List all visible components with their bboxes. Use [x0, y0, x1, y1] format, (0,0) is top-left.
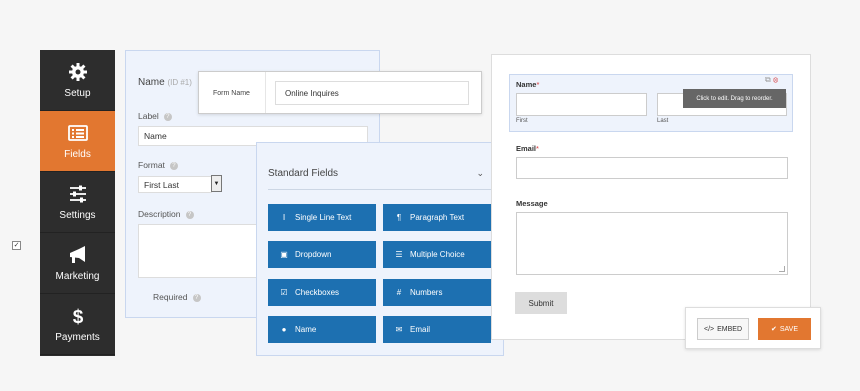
- help-icon[interactable]: ?: [192, 293, 201, 302]
- resize-handle-icon[interactable]: [779, 266, 785, 272]
- email-field-label: Email*: [516, 144, 539, 153]
- sidebar-item-label: Fields: [64, 148, 91, 160]
- form-name-label: Form Name: [213, 90, 250, 97]
- format-field-label: Format?: [138, 160, 178, 170]
- name-field-label: Name*: [516, 80, 540, 89]
- standard-fields-title: Standard Fields: [268, 168, 339, 179]
- check-icon: ✔: [770, 326, 777, 333]
- add-multiple-choice-button[interactable]: ☰ Multiple Choice: [383, 241, 491, 268]
- description-field-label: Description?: [138, 209, 194, 219]
- sliders-icon: [69, 185, 86, 202]
- svg-text:$: $: [72, 307, 83, 326]
- first-sublabel: First: [516, 118, 528, 124]
- sidebar-item-label: Payments: [55, 331, 100, 343]
- code-icon: </>: [703, 325, 715, 333]
- sidebar-item-label: Setup: [64, 87, 91, 99]
- format-select[interactable]: First Last: [138, 176, 212, 193]
- list-icon: ☰: [395, 250, 403, 259]
- sidebar-item-marketing[interactable]: Marketing: [40, 233, 115, 294]
- builder-sidebar: Setup Fields Settings Marketing $ Paymen…: [40, 50, 115, 356]
- add-single-line-text-button[interactable]: Ⅰ Single Line Text: [268, 204, 376, 231]
- standard-fields-panel: Standard Fields ⌄ Ⅰ Single Line Text ¶ Par…: [256, 142, 504, 356]
- add-checkboxes-button[interactable]: ☑ Checkboxes: [268, 279, 376, 306]
- delete-icon[interactable]: ⊗: [773, 75, 778, 84]
- add-email-button[interactable]: ✉ Email: [383, 316, 491, 343]
- add-numbers-button[interactable]: # Numbers: [383, 279, 491, 306]
- message-field-label: Message: [516, 199, 548, 208]
- email-input[interactable]: [516, 157, 788, 179]
- list-icon: [67, 124, 88, 141]
- envelope-icon: ✉: [395, 325, 403, 334]
- form-name-input[interactable]: Online Inquires: [275, 81, 469, 105]
- last-sublabel: Last: [657, 118, 669, 124]
- help-icon[interactable]: ?: [169, 161, 178, 170]
- dollar-icon: $: [72, 307, 83, 326]
- sidebar-item-settings[interactable]: Settings: [40, 172, 115, 233]
- add-name-button[interactable]: ● Name: [268, 316, 376, 343]
- embed-button[interactable]: </> EMBED: [697, 318, 749, 340]
- field-actions: ⧉ ⊗: [765, 75, 778, 85]
- label-field-label: Label?: [138, 111, 172, 121]
- sidebar-item-label: Settings: [59, 209, 96, 221]
- duplicate-icon[interactable]: ⧉: [765, 75, 771, 84]
- dropdown-icon: ▣: [280, 250, 288, 259]
- description-textarea[interactable]: [138, 224, 258, 278]
- help-icon[interactable]: ?: [163, 112, 172, 121]
- paragraph-icon: ¶: [396, 213, 402, 222]
- required-checkbox[interactable]: ✓: [12, 241, 21, 250]
- add-paragraph-text-button[interactable]: ¶ Paragraph Text: [383, 204, 491, 231]
- add-dropdown-button[interactable]: ▣ Dropdown: [268, 241, 376, 268]
- hash-icon: #: [396, 288, 402, 297]
- text-cursor-icon: Ⅰ: [282, 213, 286, 222]
- form-name-bar: Form Name Online Inquires: [198, 71, 482, 114]
- save-toolbar: </> EMBED ✔ SAVE: [685, 307, 821, 349]
- user-icon: ●: [281, 325, 287, 334]
- tooltip: Click to edit. Drag to reorder.: [683, 89, 786, 108]
- required-field-label: Required?: [153, 292, 201, 302]
- sidebar-item-payments[interactable]: $ Payments: [40, 294, 115, 355]
- message-textarea[interactable]: [516, 212, 788, 275]
- sidebar-item-label: Marketing: [55, 270, 100, 282]
- chevron-down-icon[interactable]: ▼: [211, 175, 222, 192]
- help-icon[interactable]: ?: [185, 210, 194, 219]
- field-options-title: Name (ID #1): [138, 77, 192, 88]
- chevron-down-icon[interactable]: ⌄: [476, 168, 484, 179]
- checkbox-icon: ☑: [280, 288, 288, 297]
- first-name-input[interactable]: [516, 93, 647, 116]
- sidebar-item-fields[interactable]: Fields: [40, 111, 115, 172]
- gear-icon: [68, 62, 87, 81]
- sidebar-item-setup[interactable]: Setup: [40, 50, 115, 111]
- megaphone-icon: [69, 245, 85, 263]
- divider: [268, 189, 492, 190]
- divider: [265, 72, 266, 113]
- save-button[interactable]: ✔ SAVE: [758, 318, 811, 340]
- submit-button[interactable]: Submit: [515, 292, 567, 314]
